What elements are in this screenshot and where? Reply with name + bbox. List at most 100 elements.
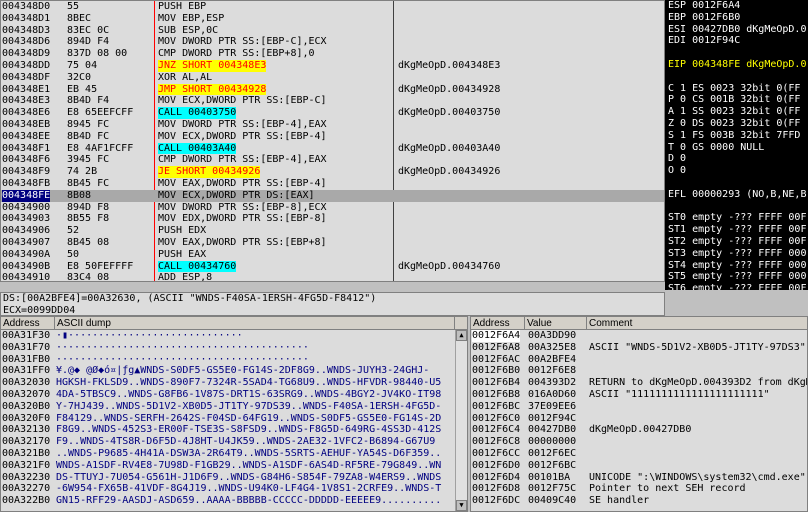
register-line[interactable]: ST4 empty -??? FFFF 000 (668, 260, 808, 272)
disasm-row[interactable]: 00434906 52 PUSH EDX (1, 225, 664, 237)
stack-row[interactable]: 0012F6B8 016A0D60 ASCII "11111111111111111… (471, 389, 807, 401)
register-line[interactable]: EIP 004348FE dKgMeOpD.0 (668, 59, 808, 71)
stack-address: 0012F6C4 (472, 424, 521, 436)
registers-pane[interactable]: ESP 0012F6A4 EBP 0012F6B0 ESI 00427DB0 dKg… (665, 0, 808, 290)
disasm-row[interactable]: 00434900 894D F8 MOV DWORD PTR SS:[EBP-8],… (1, 202, 664, 214)
disasm-row[interactable]: 004348F6 3945 FC CMP DWORD PTR SS:[EBP-4],… (1, 154, 664, 166)
stack-row[interactable]: 0012F6CC 0012F6EC (471, 448, 807, 460)
stack-row[interactable]: 0012F6B4 004393D2 RETURN to dKgMeOpD.00439… (471, 377, 807, 389)
stack-row[interactable]: 0012F6BC 37E09EE6 (471, 401, 807, 413)
disasm-address: 004348D9 (2, 48, 51, 60)
dump-row[interactable]: 00A322B0 GN15-RFF29-AASDJ-ASD659..AAAA-BB… (1, 495, 467, 507)
register-line[interactable]: D 0 (668, 153, 808, 165)
register-line[interactable]: ST2 empty -??? FFFF 00F (668, 236, 808, 248)
disasm-hex: 8B45 08 (67, 236, 110, 248)
register-line[interactable] (668, 71, 808, 83)
register-line[interactable]: ST5 empty -??? FFFF 000 (668, 271, 808, 283)
register-line[interactable]: S 1 FS 003B 32bit 7FFD (668, 130, 808, 142)
disasm-row[interactable]: 004348E3 8B4D F4 MOV ECX,DWORD PTR SS:[EBP… (1, 95, 664, 107)
register-line[interactable]: ST0 empty -??? FFFF 00F (668, 212, 808, 224)
disasm-row[interactable]: 004348E6 E8 65EEFCFF CALL 00403750 dKgMeOpD… (1, 107, 664, 119)
register-line[interactable]: ESP 0012F6A4 (668, 0, 808, 12)
stack-row[interactable]: 0012F6C4 00427DB0 dKgMeOpD.00427DB0 (471, 424, 807, 436)
dump-row[interactable]: 00A31F70 ································… (1, 342, 467, 354)
disasm-row[interactable]: 00434907 8B45 08 MOV EAX,DWORD PTR SS:[EBP… (1, 237, 664, 249)
stack-pane[interactable]: Address Value Comment 0012F6A4 00A3DD90 00… (470, 316, 808, 512)
dump-row[interactable]: 00A32130 F8G9..WNDS-452S3-ER00F-TSE3S-S8F… (1, 424, 467, 436)
disassembly-pane[interactable]: 004348D0 55 PUSH EBP 004348D1 8BEC MOV EBP,ES… (0, 0, 665, 282)
register-line[interactable]: EBP 0012F6B0 (668, 12, 808, 24)
disasm-address: 004348E3 (2, 95, 51, 107)
dump-row[interactable]: 00A32070 4DA-5TBSC9..WNDS-G8FB6-1V87S-DRT… (1, 389, 467, 401)
disasm-row[interactable]: 004348DF 32C0 XOR AL,AL (1, 72, 664, 84)
stack-row[interactable]: 0012F6C0 0012F94C (471, 413, 807, 425)
disasm-row[interactable]: 0043490B E8 50FEFFFF CALL 00434760 dKgMeOpD… (1, 260, 664, 273)
stack-row[interactable]: 0012F6DC 00409C40 SE handler (471, 495, 807, 507)
dump-scrollbar[interactable]: ▲ ▼ (455, 330, 467, 511)
register-line[interactable] (668, 201, 808, 213)
stack-row[interactable]: 0012F6D4 00101BA UNICODE ":\WINDOWS\system… (471, 472, 807, 484)
disasm-row[interactable]: 0043490A 50 PUSH EAX (1, 249, 664, 261)
disasm-row[interactable]: 004348F1 E8 4AF1FCFF CALL 00403A40 dKgMeOpD… (1, 142, 664, 155)
dump-row[interactable]: 00A31FF0 ¥.@◆ @Ø◆ó¤|ƒg▲WNDS-S0DF5-GS5E0-F… (1, 365, 467, 377)
register-line[interactable]: ST6 empty -??? FFFF 00F (668, 283, 808, 290)
disasm-row[interactable]: 004348D9 837D 08 00 CMP DWORD PTR SS:[EBP+… (1, 48, 664, 60)
dump-row[interactable]: 00A321B0 ..WNDS-P9685-4H41A-DSW3A-2R64T9.… (1, 448, 467, 460)
register-line[interactable]: EDI 0012F94C (668, 35, 808, 47)
register-line[interactable]: EFL 00000293 (NO,B,NE,B (668, 189, 808, 201)
register-line[interactable]: T 0 GS 0000 NULL (668, 142, 808, 154)
dump-header-ascii[interactable]: ASCII dump (55, 317, 455, 330)
stack-header-address[interactable]: Address (471, 317, 525, 330)
stack-row[interactable]: 0012F6D0 0012F6BC (471, 460, 807, 472)
dump-row[interactable]: 00A32030 HGKSH-FKLSD9..WNDS-890F7-7324R-5… (1, 377, 467, 389)
disasm-row[interactable]: 004348FB 8B45 FC MOV EAX,DWORD PTR SS:[EBP… (1, 178, 664, 190)
disasm-row[interactable]: 004348FE 8B08 MOV ECX,DWORD PTR DS:[EAX] (1, 189, 664, 202)
dump-pane[interactable]: Address ASCII dump 00A31F30 ·▮···········… (0, 316, 468, 512)
stack-address: 0012F6B4 (472, 377, 521, 389)
disasm-row[interactable]: 004348D0 55 PUSH EBP (1, 1, 664, 13)
disasm-address: 004348E1 (2, 83, 51, 95)
disasm-row[interactable]: 00434910 83C4 08 ADD ESP,8 (1, 272, 664, 282)
dump-row[interactable]: 00A320F0 F84129..WNDS-SERFH-2642S-F04SD-6… (1, 413, 467, 425)
disasm-row[interactable]: 004348EB 8945 FC MOV DWORD PTR SS:[EBP-4],… (1, 119, 664, 131)
scroll-up-icon[interactable]: ▲ (456, 330, 467, 341)
register-line[interactable]: ST3 empty -??? FFFF 000 (668, 248, 808, 260)
dump-row[interactable]: 00A32230 DS-TTUYJ-7U054-G561H-J1D6F9..WND… (1, 472, 467, 484)
register-line[interactable]: P 0 CS 001B 32bit 0(FF (668, 94, 808, 106)
dump-row[interactable]: 00A31FB0 ································… (1, 354, 467, 366)
stack-header-comment[interactable]: Comment (587, 317, 807, 330)
scroll-down-icon[interactable]: ▼ (456, 500, 467, 511)
register-line[interactable] (668, 177, 808, 189)
register-line[interactable]: ST1 empty -??? FFFF 00F (668, 224, 808, 236)
disasm-row[interactable]: 004348EE 8B4D FC MOV ECX,DWORD PTR SS:[EBP… (1, 131, 664, 143)
stack-row[interactable]: 0012F6A4 00A3DD90 (471, 330, 807, 342)
stack-row[interactable]: 0012F6A8 00A325E8 ASCII "WNDS-5D1V2-XB0D5-… (471, 342, 807, 354)
dump-row[interactable]: 00A320B0 Y-7HJ439..WNDS-5D1V2-XB0D5-JT1TY… (1, 401, 467, 413)
disasm-row[interactable]: 004348D3 83EC 0C SUB ESP,0C (1, 25, 664, 37)
stack-row[interactable]: 0012F6AC 00A2BFE4 (471, 354, 807, 366)
dump-row[interactable]: 00A31F30 ·▮····························· (1, 330, 467, 342)
register-line[interactable]: Z 0 DS 0023 32bit 0(FF (668, 118, 808, 130)
disasm-row[interactable]: 004348D6 894D F4 MOV DWORD PTR SS:[EBP-C],… (1, 36, 664, 48)
register-line[interactable]: O 0 (668, 165, 808, 177)
register-line[interactable]: A 1 SS 0023 32bit 0(FF (668, 106, 808, 118)
register-line[interactable] (668, 47, 808, 59)
dump-row[interactable]: 00A32170 F9..WNDS-4TS8R-D6F5D-4J8HT-U4JK5… (1, 436, 467, 448)
disasm-row[interactable]: 004348E1 EB 45 JMP SHORT 00434928 dKgMeOpD.… (1, 83, 664, 96)
disasm-row[interactable]: 00434903 8B55 F8 MOV EDX,DWORD PTR SS:[EBP… (1, 213, 664, 225)
stack-row[interactable]: 0012F6C8 00000000 (471, 436, 807, 448)
register-line[interactable]: C 1 ES 0023 32bit 0(FF (668, 83, 808, 95)
disasm-address: 00434910 (2, 272, 51, 282)
dump-ascii: ·▮····························· (56, 330, 243, 341)
register-line[interactable]: ESI 00427DB0 dKgMeOpD.0 (668, 24, 808, 36)
stack-row[interactable]: 0012F6D8 0012F75C Pointer to next SEH reco… (471, 483, 807, 495)
stack-header-value[interactable]: Value (525, 317, 587, 330)
stack-row[interactable]: 0012F6B0 0012F6E8 (471, 365, 807, 377)
disasm-row[interactable]: 004348D1 8BEC MOV EBP,ESP (1, 13, 664, 25)
disasm-row[interactable]: 004348DD 75 04 JNZ SHORT 004348E3 dKgMeOpD.… (1, 59, 664, 72)
dump-row[interactable]: 00A321F0 WNDS-A1SDF-RV4E8-7U98D-F1GB29..W… (1, 460, 467, 472)
dump-header-address[interactable]: Address (1, 317, 55, 330)
dump-address: 00A320F0 (2, 412, 51, 424)
dump-row[interactable]: 00A32270 -6W954-FX65B-41VDF-8G4J19..WNDS-… (1, 483, 467, 495)
disasm-row[interactable]: 004348F9 74 2B JE SHORT 00434926 dKgMeOpD.0… (1, 166, 664, 178)
